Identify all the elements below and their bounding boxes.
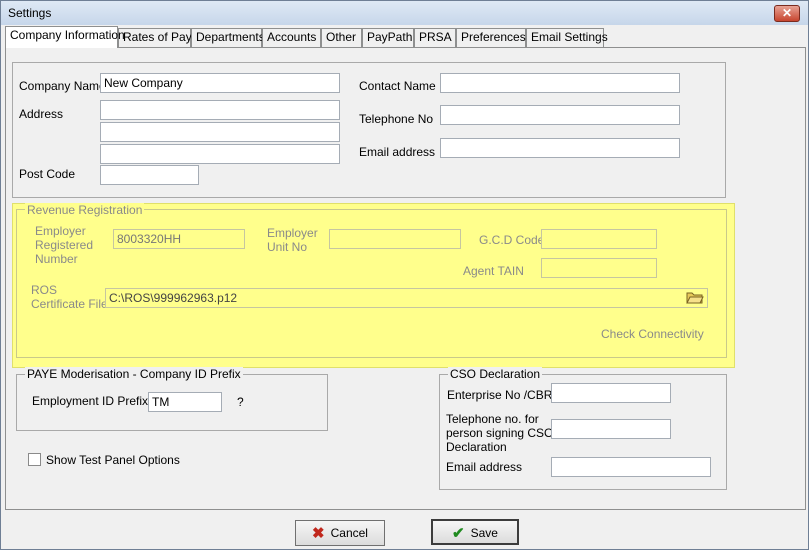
close-button[interactable]: ✕ bbox=[774, 5, 800, 22]
cso-telephone-input[interactable] bbox=[551, 419, 671, 439]
gcd-code-input[interactable] bbox=[541, 229, 657, 249]
ros-label-1: ROS bbox=[31, 283, 58, 297]
show-test-panel-label: Show Test Panel Options bbox=[46, 453, 180, 467]
address-line-2-input[interactable] bbox=[100, 122, 340, 142]
address-label: Address bbox=[19, 107, 64, 121]
employer-unit-label-2: Unit No bbox=[267, 240, 308, 254]
post-code-input[interactable] bbox=[100, 165, 199, 185]
email-input[interactable] bbox=[440, 138, 680, 158]
tab-paypath[interactable]: PayPath bbox=[362, 28, 414, 47]
save-button[interactable]: ✔ Save bbox=[431, 519, 519, 545]
cso-tel-label-2: person signing CSO bbox=[446, 426, 554, 440]
tab-company-information[interactable]: Company Information bbox=[5, 26, 125, 48]
title-bar: Settings ✕ bbox=[1, 1, 808, 25]
contact-name-label: Contact Name bbox=[359, 79, 436, 93]
tab-departments[interactable]: Departments bbox=[191, 28, 265, 47]
employer-unit-input[interactable] bbox=[329, 229, 461, 249]
enterprise-no-input[interactable] bbox=[551, 383, 671, 403]
company-name-input[interactable]: New Company bbox=[100, 73, 340, 93]
tab-prsa[interactable]: PRSA bbox=[414, 28, 456, 47]
company-name-label: Company Name bbox=[19, 79, 106, 93]
settings-window: Settings ✕ Company Information Rates of … bbox=[0, 0, 809, 550]
tab-other[interactable]: Other bbox=[321, 28, 362, 47]
save-button-label: Save bbox=[470, 526, 498, 540]
employment-id-prefix-input[interactable]: TM bbox=[148, 392, 222, 412]
tab-preferences[interactable]: Preferences bbox=[456, 28, 526, 47]
contact-name-input[interactable] bbox=[440, 73, 680, 93]
agent-tain-input[interactable] bbox=[541, 258, 657, 278]
show-test-panel-checkbox[interactable] bbox=[28, 453, 41, 466]
post-code-label: Post Code bbox=[19, 167, 76, 181]
cso-tel-label-3: Declaration bbox=[446, 440, 507, 454]
check-connectivity-link[interactable]: Check Connectivity bbox=[601, 327, 704, 341]
employer-reg-label-2: Registered bbox=[35, 238, 94, 252]
cancel-button-label: Cancel bbox=[330, 526, 368, 540]
folder-open-icon[interactable] bbox=[686, 290, 704, 308]
agent-tain-label: Agent TAIN bbox=[463, 264, 524, 278]
cso-tel-label-1: Telephone no. for bbox=[446, 412, 539, 426]
revenue-legend: Revenue Registration bbox=[25, 203, 145, 217]
telephone-input[interactable] bbox=[440, 105, 680, 125]
window-title: Settings bbox=[8, 6, 52, 20]
employer-reg-label-1: Employer bbox=[35, 224, 86, 238]
tab-rates-of-pay[interactable]: Rates of Pay bbox=[118, 28, 192, 47]
employer-reg-number-input[interactable]: 8003320HH bbox=[113, 229, 245, 249]
help-question-mark[interactable]: ? bbox=[237, 395, 244, 409]
gcd-code-label: G.C.D Code bbox=[479, 233, 545, 247]
tab-accounts[interactable]: Accounts bbox=[262, 28, 321, 47]
ros-certificate-input[interactable]: C:\ROS\999962963.p12 bbox=[105, 288, 708, 308]
ros-label-2: Certificate File bbox=[31, 297, 108, 311]
cso-legend: CSO Declaration bbox=[448, 367, 543, 381]
employment-id-prefix-label: Employment ID Prefix bbox=[32, 394, 149, 408]
cancel-x-icon: ✖ bbox=[312, 524, 325, 542]
tab-email-settings[interactable]: Email Settings bbox=[526, 28, 608, 47]
save-check-icon: ✔ bbox=[452, 524, 465, 542]
enterprise-no-label: Enterprise No /CBR bbox=[447, 388, 553, 402]
telephone-label: Telephone No bbox=[359, 112, 434, 126]
cso-email-input[interactable] bbox=[551, 457, 711, 477]
cancel-button[interactable]: ✖ Cancel bbox=[295, 520, 385, 546]
email-label: Email address bbox=[359, 145, 436, 159]
address-line-1-input[interactable] bbox=[100, 100, 340, 120]
employer-unit-label-1: Employer bbox=[267, 226, 318, 240]
address-line-3-input[interactable] bbox=[100, 144, 340, 164]
paye-legend: PAYE Moderisation - Company ID Prefix bbox=[25, 367, 243, 381]
cso-email-label: Email address bbox=[446, 460, 523, 474]
employer-reg-label-3: Number bbox=[35, 252, 78, 266]
